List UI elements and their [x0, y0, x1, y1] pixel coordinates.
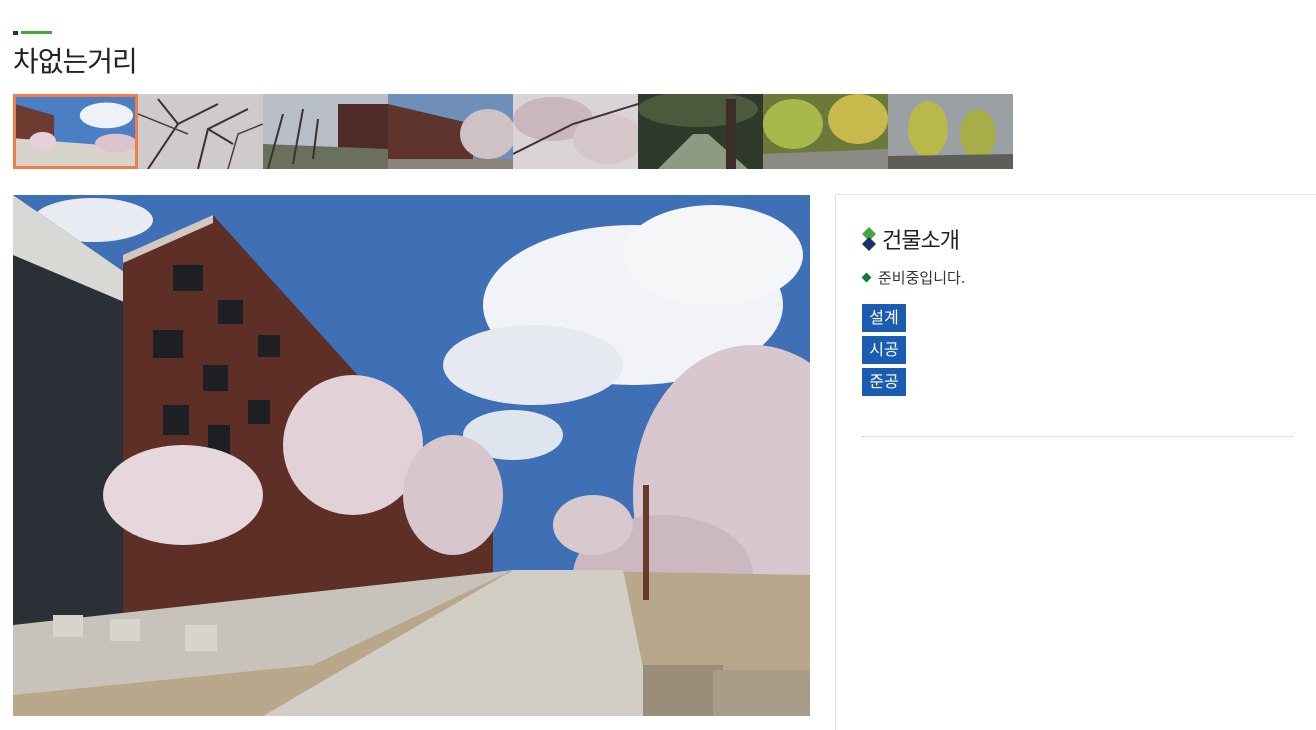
diamond-icon: [862, 227, 876, 251]
title-decoration: [13, 31, 53, 35]
divider: [862, 436, 1292, 437]
tag-design-button[interactable]: 설계: [862, 304, 906, 332]
main-photo: [13, 195, 810, 716]
thumbnail-image: [888, 94, 1013, 169]
thumbnail-image: [16, 97, 135, 166]
thumbnail-5[interactable]: [513, 94, 638, 169]
thumbnail-7[interactable]: [763, 94, 888, 169]
thumbnail-image: [388, 94, 513, 169]
thumbnail-image: [263, 94, 388, 169]
thumbnail-4[interactable]: [388, 94, 513, 169]
thumbnail-3[interactable]: [263, 94, 388, 169]
thumbnail-2[interactable]: [138, 94, 263, 169]
campus-photo: [13, 195, 810, 716]
building-info-panel: 건물소개 준비중입니다. 설계 시공 준공: [835, 194, 1316, 730]
thumbnail-8[interactable]: [888, 94, 1013, 169]
info-note-text: 준비중입니다.: [878, 269, 966, 287]
tag-completion-button[interactable]: 준공: [862, 368, 906, 396]
bullet-icon: [861, 272, 872, 283]
tag-construction-button[interactable]: 시공: [862, 336, 906, 364]
thumbnail-image: [513, 94, 638, 169]
thumbnail-1[interactable]: [13, 94, 138, 169]
info-note: 준비중입니다.: [861, 267, 966, 288]
thumbnail-strip: [13, 94, 1013, 169]
info-heading-text: 건물소개: [882, 229, 960, 254]
thumbnail-6[interactable]: [638, 94, 763, 169]
thumbnail-image: [638, 94, 763, 169]
info-heading: 건물소개: [862, 223, 960, 255]
tag-list: 설계 시공 준공: [862, 304, 906, 400]
page-title: 차없는거리: [13, 45, 138, 78]
thumbnail-image: [763, 94, 888, 169]
thumbnail-image: [138, 94, 263, 169]
